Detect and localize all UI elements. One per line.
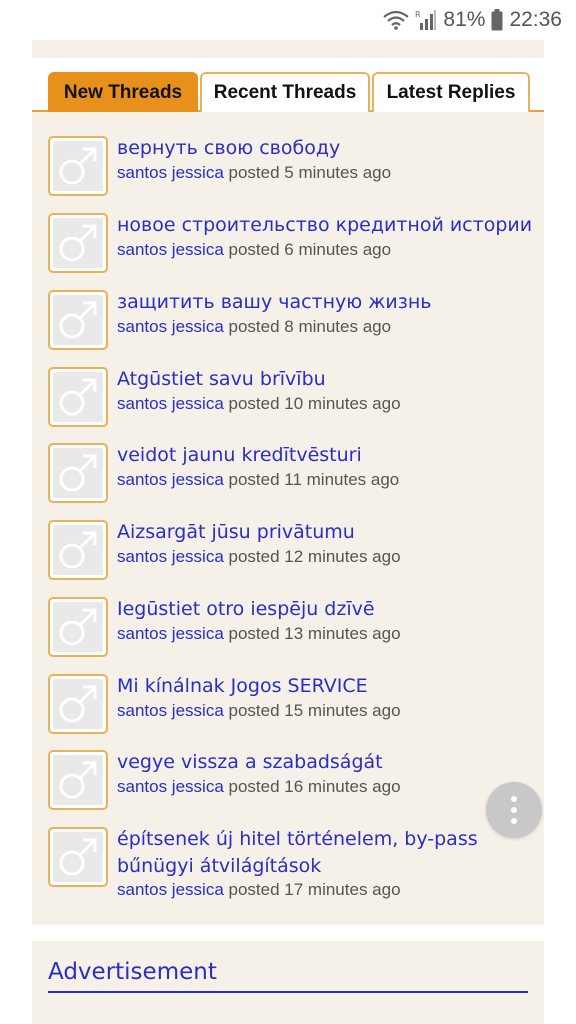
thread-tabs: New Threads Recent Threads Latest Replie…: [32, 72, 544, 112]
avatar[interactable]: [48, 674, 108, 734]
thread-author[interactable]: santos jessica: [117, 163, 224, 182]
thread-meta: santos jessica posted 11 minutes ago: [117, 469, 537, 491]
avatar[interactable]: [48, 750, 108, 810]
male-symbol-icon: [59, 608, 97, 646]
status-bar: R 81% 22:36: [0, 0, 576, 40]
thread-title[interactable]: vegye vissza a szabadságát: [117, 749, 537, 776]
thread-title[interactable]: Iegūstiet otro iespēju dzīvē: [117, 596, 537, 623]
avatar[interactable]: [48, 827, 108, 887]
avatar[interactable]: [48, 213, 108, 273]
top-panel-edge: [32, 40, 544, 58]
thread-time: posted 12 minutes ago: [228, 547, 401, 566]
thread-time: posted 11 minutes ago: [228, 470, 400, 489]
more-vert-icon-dot: [511, 818, 517, 824]
thread-title[interactable]: защитить вашу частную жизнь: [117, 289, 537, 316]
thread-time: posted 16 minutes ago: [228, 777, 401, 796]
avatar[interactable]: [48, 443, 108, 503]
thread-author[interactable]: santos jessica: [117, 624, 224, 643]
thread-list: вернуть свою свободу santos jessica post…: [32, 112, 544, 925]
thread-title[interactable]: Mi kínálnak Jogos SERVICE: [117, 673, 537, 700]
thread-meta: santos jessica posted 17 minutes ago: [117, 879, 537, 901]
male-symbol-icon: [59, 838, 97, 876]
avatar[interactable]: [48, 290, 108, 350]
advertisement-panel: Advertisement: [32, 941, 544, 1024]
male-symbol-icon: [59, 147, 97, 185]
thread-meta: santos jessica posted 15 minutes ago: [117, 700, 537, 722]
thread-time: posted 17 minutes ago: [228, 880, 401, 899]
advertisement-heading: Advertisement: [48, 959, 217, 985]
svg-text:R: R: [415, 10, 421, 19]
thread-author[interactable]: santos jessica: [117, 470, 224, 489]
male-symbol-icon: [59, 301, 97, 339]
avatar[interactable]: [48, 136, 108, 196]
tab-latest-replies[interactable]: Latest Replies: [372, 72, 530, 112]
male-symbol-icon: [59, 454, 97, 492]
thread-time: posted 6 minutes ago: [228, 240, 392, 259]
thread-title[interactable]: veidot jaunu kredītvēsturi: [117, 442, 537, 469]
thread-author[interactable]: santos jessica: [117, 240, 224, 259]
thread-meta: santos jessica posted 13 minutes ago: [117, 623, 537, 645]
thread-title[interactable]: вернуть свою свободу: [117, 135, 537, 162]
clock: 22:36: [509, 8, 562, 31]
more-options-button[interactable]: [486, 782, 542, 838]
male-symbol-icon: [59, 685, 97, 723]
more-vert-icon-dot: [511, 796, 517, 802]
thread-title[interactable]: építsenek új hitel történelem, by-pass b…: [117, 826, 537, 880]
thread-author[interactable]: santos jessica: [117, 701, 224, 720]
wifi-icon: [383, 10, 410, 30]
avatar[interactable]: [48, 597, 108, 657]
male-symbol-icon: [59, 378, 97, 416]
thread-title[interactable]: Atgūstiet savu brīvību: [117, 366, 537, 393]
avatar[interactable]: [48, 520, 108, 580]
more-vert-icon-dot: [511, 807, 517, 813]
thread-author[interactable]: santos jessica: [117, 880, 224, 899]
thread-author[interactable]: santos jessica: [117, 394, 224, 413]
tab-recent-threads[interactable]: Recent Threads: [200, 72, 370, 112]
thread-title[interactable]: новое строительство кредитной истории: [117, 212, 537, 239]
thread-author[interactable]: santos jessica: [117, 317, 224, 336]
thread-title[interactable]: Aizsargāt jūsu privātumu: [117, 519, 537, 546]
tab-new-threads[interactable]: New Threads: [48, 72, 198, 112]
thread-time: posted 13 minutes ago: [228, 624, 401, 643]
thread-time: posted 8 minutes ago: [228, 317, 392, 336]
thread-meta: santos jessica posted 5 minutes ago: [117, 162, 537, 184]
thread-time: posted 15 minutes ago: [228, 701, 401, 720]
avatar[interactable]: [48, 367, 108, 427]
male-symbol-icon: [59, 224, 97, 262]
battery-icon: [491, 9, 503, 31]
thread-author[interactable]: santos jessica: [117, 547, 224, 566]
male-symbol-icon: [59, 531, 97, 569]
divider: [48, 991, 528, 993]
thread-meta: santos jessica posted 12 minutes ago: [117, 546, 537, 568]
thread-author[interactable]: santos jessica: [117, 777, 224, 796]
signal-icon: R: [415, 9, 437, 31]
thread-meta: santos jessica posted 10 minutes ago: [117, 393, 537, 415]
thread-time: posted 10 minutes ago: [228, 394, 401, 413]
male-symbol-icon: [59, 761, 97, 799]
thread-meta: santos jessica posted 6 minutes ago: [117, 239, 537, 261]
thread-time: posted 5 minutes ago: [228, 163, 392, 182]
thread-meta: santos jessica posted 8 minutes ago: [117, 316, 537, 338]
thread-meta: santos jessica posted 16 minutes ago: [117, 776, 537, 798]
battery-percent: 81%: [443, 8, 486, 31]
